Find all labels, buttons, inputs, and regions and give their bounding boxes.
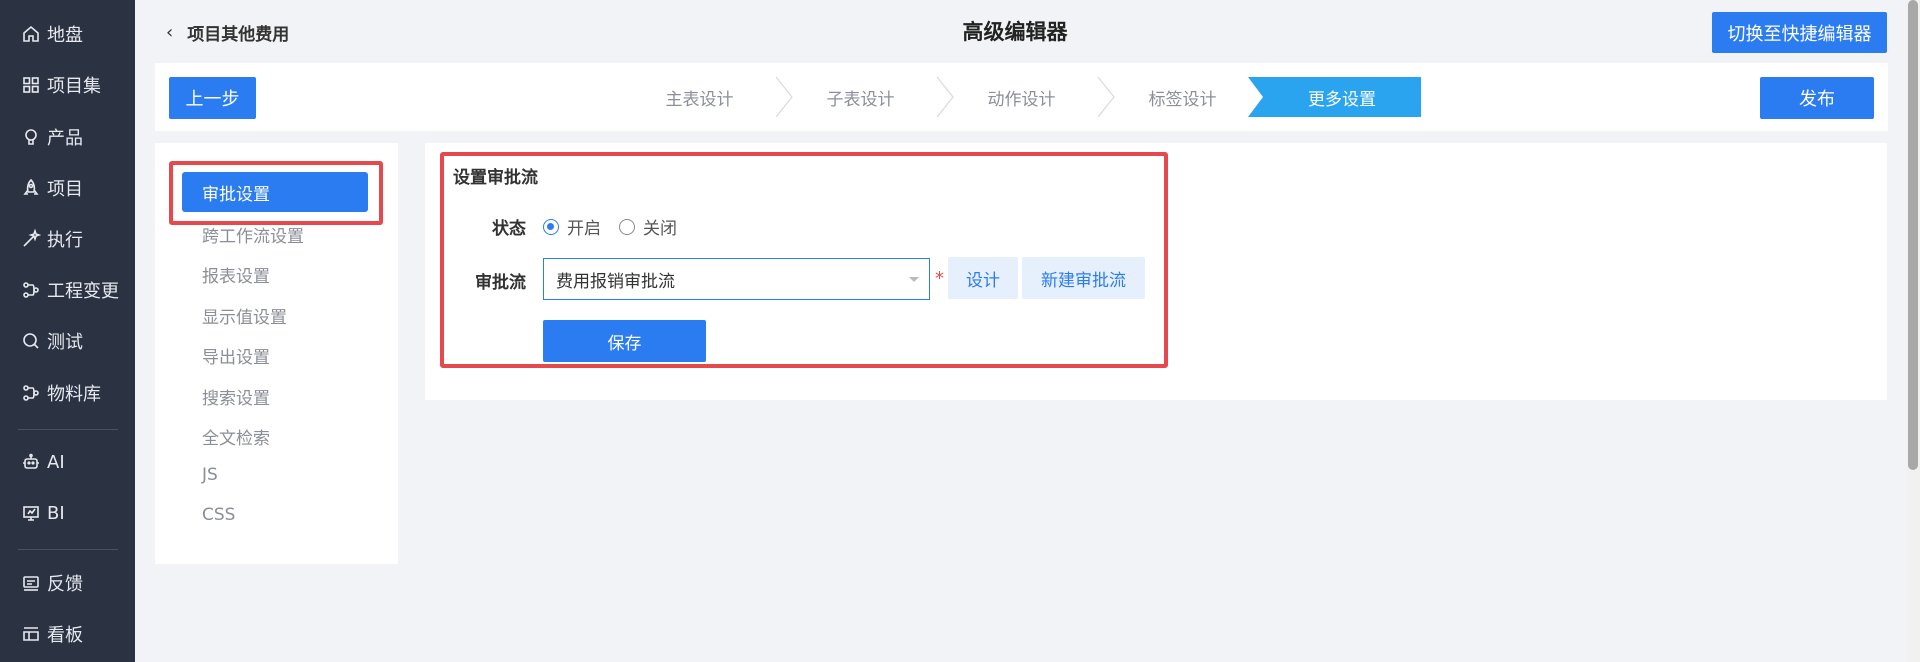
step-sub-table[interactable]: 子表设计 xyxy=(780,77,954,117)
step-tag[interactable]: 标签设计 xyxy=(1102,77,1263,117)
board-icon xyxy=(21,624,41,644)
back-label: 项目其他费用 xyxy=(187,25,290,45)
subnav-item-display-value[interactable]: 显示值设置 xyxy=(202,303,287,328)
step-label: 主表设计 xyxy=(665,89,734,110)
sidebar-item-test[interactable]: 测试 xyxy=(0,321,135,361)
sidebar-item-label: 执行 xyxy=(47,230,83,251)
sidebar-item-label: 工程变更 xyxy=(47,281,119,302)
radio-unchecked-icon xyxy=(619,218,635,235)
sidebar-item-label: 看板 xyxy=(47,625,83,646)
status-on-radio[interactable]: 开启 xyxy=(543,214,601,239)
step-label: 子表设计 xyxy=(826,89,895,110)
sidebar-item-label: 产品 xyxy=(47,128,83,149)
radio-label: 开启 xyxy=(567,219,601,239)
subnav-item-search[interactable]: 搜索设置 xyxy=(202,384,270,409)
sidebar-item-label: BI xyxy=(47,502,65,524)
prev-step-button[interactable]: 上一步 xyxy=(169,77,256,119)
sidebar-item-label: AI xyxy=(47,451,65,473)
flow-label: 审批流 xyxy=(475,273,526,293)
flow-icon xyxy=(21,383,41,403)
sidebar-item-product[interactable]: 产品 xyxy=(0,117,135,157)
highlight-box xyxy=(169,161,383,225)
section-title: 设置审批流 xyxy=(453,168,538,188)
sidebar-divider xyxy=(18,549,118,550)
subnav-item-fulltext[interactable]: 全文检索 xyxy=(202,424,270,449)
radio-label: 关闭 xyxy=(643,219,677,239)
chevron-left-icon: ‹ xyxy=(166,22,174,43)
page-title: 高级编辑器 xyxy=(962,20,1068,44)
chevron-right-icon xyxy=(1248,77,1268,117)
step-label: 更多设置 xyxy=(1308,89,1376,110)
design-button[interactable]: 设计 xyxy=(948,257,1018,299)
sidebar-item-label: 物料库 xyxy=(47,384,101,405)
subnav-item-cross-workflow[interactable]: 跨工作流设置 xyxy=(202,222,304,247)
radio-checked-icon xyxy=(543,218,559,235)
step-action[interactable]: 动作设计 xyxy=(941,77,1115,117)
back-link[interactable]: ‹ 项目其他费用 xyxy=(166,20,289,45)
status-label: 状态 xyxy=(492,219,526,239)
caret-down-icon xyxy=(909,277,919,282)
subnav-item-js[interactable]: JS xyxy=(202,465,218,485)
sidebar-item-bi[interactable]: BI xyxy=(0,493,135,533)
sidebar-item-program[interactable]: 项目集 xyxy=(0,65,135,105)
switch-editor-button[interactable]: 切换至快捷编辑器 xyxy=(1712,12,1887,53)
sidebar-item-board[interactable]: 看板 xyxy=(0,614,135,654)
rocket-icon xyxy=(21,178,41,198)
feedback-icon xyxy=(21,573,41,593)
subnav-item-css[interactable]: CSS xyxy=(202,505,235,525)
home-icon xyxy=(21,24,41,44)
sidebar-item-execution[interactable]: 执行 xyxy=(0,219,135,259)
new-flow-button[interactable]: 新建审批流 xyxy=(1022,257,1145,299)
sidebar-item-home[interactable]: 地盘 xyxy=(0,14,135,54)
presentation-icon xyxy=(21,503,41,523)
status-off-radio[interactable]: 关闭 xyxy=(619,214,677,239)
subnav-item-report[interactable]: 报表设置 xyxy=(202,262,270,287)
required-mark: * xyxy=(935,268,944,289)
save-button[interactable]: 保存 xyxy=(543,320,706,362)
lightbulb-icon xyxy=(21,127,41,147)
scrollbar-thumb[interactable] xyxy=(1908,0,1918,470)
sidebar-item-feedback[interactable]: 反馈 xyxy=(0,563,135,603)
sidebar-item-label: 地盘 xyxy=(47,25,83,46)
step-main-table[interactable]: 主表设计 xyxy=(619,77,793,117)
select-value: 费用报销审批流 xyxy=(556,271,675,292)
sidebar-item-label: 项目 xyxy=(47,179,83,200)
sidebar-item-label: 测试 xyxy=(47,332,83,353)
flow-icon xyxy=(21,280,41,300)
approval-flow-select[interactable]: 费用报销审批流 xyxy=(543,258,930,300)
step-label: 标签设计 xyxy=(1148,89,1217,110)
publish-button[interactable]: 发布 xyxy=(1760,77,1874,119)
search-icon xyxy=(21,331,41,351)
sidebar-item-project[interactable]: 项目 xyxy=(0,168,135,208)
wand-icon xyxy=(21,229,41,249)
subnav-item-export[interactable]: 导出设置 xyxy=(202,343,270,368)
sidebar-item-label: 项目集 xyxy=(47,76,101,97)
step-more-settings[interactable]: 更多设置 xyxy=(1263,77,1421,117)
grid-icon xyxy=(21,75,41,95)
sidebar-item-engineering-change[interactable]: 工程变更 xyxy=(0,270,135,310)
sidebar-item-materials[interactable]: 物料库 xyxy=(0,373,135,413)
sidebar-divider xyxy=(18,429,118,430)
robot-icon xyxy=(21,452,41,472)
step-label: 动作设计 xyxy=(987,89,1056,110)
sidebar-item-ai[interactable]: AI xyxy=(0,442,135,482)
sidebar-item-label: 反馈 xyxy=(47,574,83,595)
sidebar: 地盘 项目集 产品 项目 执行 工程变更 测试 物料库 AI BI 反馈 看板 xyxy=(0,0,135,662)
